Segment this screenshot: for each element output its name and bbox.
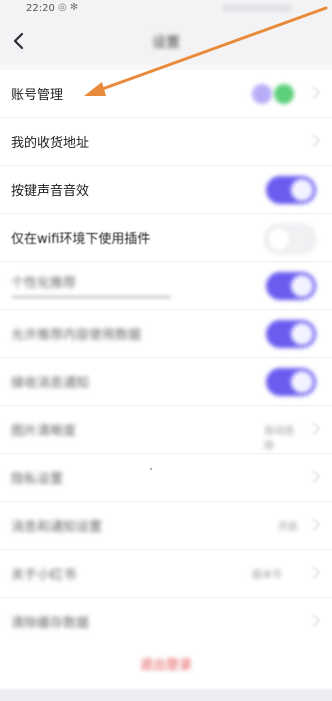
row-value: 版本号 (252, 570, 282, 581)
settings-row-option-8[interactable]: 图片清晰度 自动选择 (0, 406, 332, 454)
settings-row-option-7: 接收消息通知 (0, 358, 332, 406)
option-6-toggle[interactable] (266, 320, 316, 348)
row-value: 开启 (278, 522, 298, 533)
status-icons: ◎ ✻ (58, 2, 79, 13)
row-label: 清除缓存数据 (11, 616, 90, 631)
header: 设置 (0, 18, 332, 64)
settings-row-account[interactable]: 账号管理 (0, 70, 332, 118)
row-label: 我的收货地址 (11, 136, 90, 151)
speck (150, 468, 152, 470)
row-value: 自动选择 (264, 426, 294, 452)
settings-row-option-11[interactable]: 关于小红书 版本号 (0, 550, 332, 598)
chevron-right-icon (307, 86, 320, 99)
chevron-right-icon (307, 614, 320, 627)
row-label: 隐私设置 (11, 472, 64, 487)
chevron-right-icon (307, 422, 320, 435)
logout-area: 退出登录 (0, 638, 332, 688)
row-label: 关于小红书 (11, 568, 77, 583)
settings-row-option-6: 允许推荐内容使用数据 (0, 310, 332, 358)
toggle-knob (291, 323, 313, 345)
settings-row-personal-rec: 个性化推荐 (0, 262, 332, 310)
key-sound-toggle[interactable] (266, 176, 316, 204)
row-label: 允许推荐内容使用数据 (11, 328, 142, 343)
row-subtitle (11, 295, 171, 299)
chevron-right-icon (307, 470, 320, 483)
row-label: 个性化推荐 (11, 276, 77, 291)
settings-row-option-10[interactable]: 消息和通知设置 开启 (0, 502, 332, 550)
row-label: 图片清晰度 (11, 424, 77, 439)
page-title: 设置 (152, 35, 180, 51)
settings-row-key-sound: 按键声音音效 (0, 166, 332, 214)
settings-row-option-9[interactable]: 隐私设置 (0, 454, 332, 502)
logout-button[interactable]: 退出登录 (0, 654, 332, 673)
settings-row-address[interactable]: 我的收货地址 (0, 118, 332, 166)
toggle-knob (291, 371, 313, 393)
avatar (252, 84, 272, 104)
bottom-bar (0, 690, 332, 701)
status-right-icons (222, 4, 292, 12)
avatar (274, 84, 294, 104)
settings-row-wifi-only: 仅在wifi环境下使用插件 (0, 214, 332, 262)
toggle-knob (268, 228, 290, 250)
row-label: 账号管理 (11, 88, 64, 103)
status-bar: 22:20 ◎ ✻ (0, 0, 332, 18)
chevron-right-icon (307, 518, 320, 531)
settings-list: 账号管理 我的收货地址 按键声音音效 仅在wifi环境下使用插件 个性化推荐 允… (0, 70, 332, 645)
row-label: 消息和通知设置 (11, 520, 103, 535)
option-7-toggle[interactable] (266, 368, 316, 396)
personal-rec-toggle[interactable] (266, 272, 316, 300)
row-label: 仅在wifi环境下使用插件 (11, 232, 151, 247)
wifi-only-toggle[interactable] (264, 224, 316, 254)
toggle-knob (291, 275, 313, 297)
status-time: 22:20 (26, 3, 55, 14)
chevron-right-icon (307, 134, 320, 147)
toggle-knob (291, 179, 313, 201)
chevron-right-icon (307, 566, 320, 579)
row-label: 接收消息通知 (11, 376, 90, 391)
row-label: 按键声音音效 (11, 184, 90, 199)
